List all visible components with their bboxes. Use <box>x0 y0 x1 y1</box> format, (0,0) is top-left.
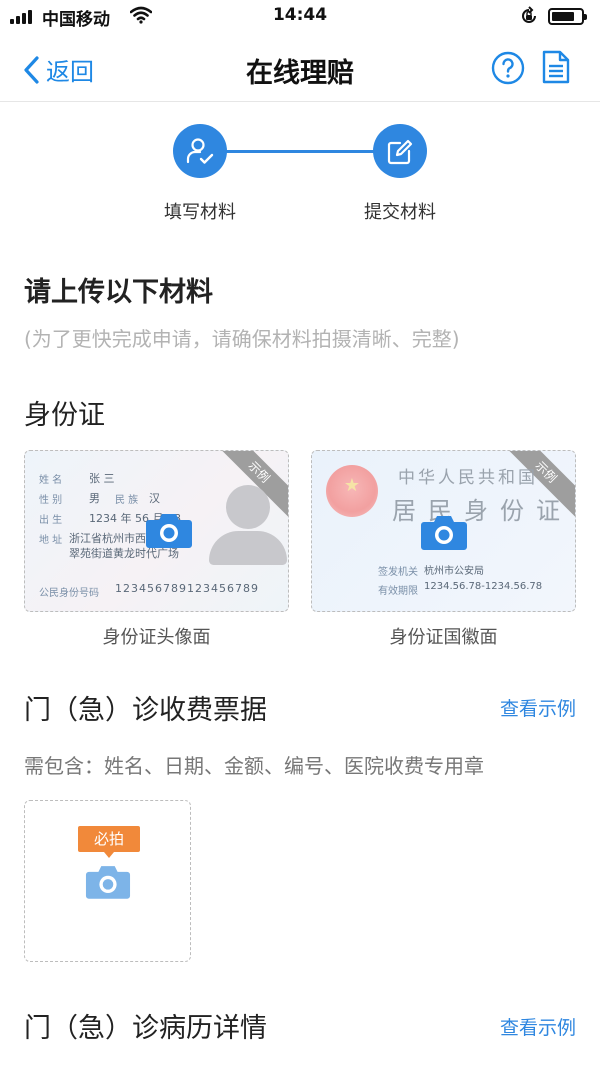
ethnic-value: 汉 <box>149 492 160 505</box>
progress-steps: 填写材料 提交材料 <box>0 102 600 232</box>
authority-value: 杭州市公安局 <box>424 566 484 577</box>
card-type: 居民身份证 <box>392 497 572 525</box>
gender-field: 性 别 <box>39 495 63 506</box>
step-label-submit: 提交材料 <box>364 202 436 223</box>
name-value: 张 三 <box>89 472 115 485</box>
id-back-upload[interactable]: 示例 中华人民共和国 居民身份证 签发机关 杭州市公安局 有效期限 1234.5… <box>311 450 576 612</box>
name-field: 姓 名 <box>39 475 63 486</box>
camera-icon <box>85 866 131 899</box>
step-submit-materials <box>373 124 427 178</box>
address-field: 地 址 <box>39 535 63 546</box>
validity-field: 有效期限 <box>378 586 418 597</box>
receipt-upload[interactable]: 必拍 <box>24 800 191 962</box>
document-button[interactable] <box>541 49 571 89</box>
id-front-upload[interactable]: 示例 姓 名 张 三 性 别 男 民 族 汉 出 生 1234 年 56 月 7… <box>24 450 289 612</box>
avatar-body <box>209 531 287 565</box>
camera-icon <box>146 514 192 548</box>
id-back-caption: 身份证国徽面 <box>389 627 498 648</box>
receipt-section-title: 门（急）诊收费票据 <box>24 695 267 726</box>
record-example-link[interactable]: 查看示例 <box>500 1013 576 1040</box>
id-front-caption: 身份证头像面 <box>102 627 211 648</box>
help-icon <box>491 51 525 85</box>
ethnic-field: 民 族 <box>115 495 139 506</box>
upload-subtitle: (为了更快完成申请，请确保材料拍摄清晰、完整) <box>24 327 460 351</box>
birth-field: 出 生 <box>39 515 63 526</box>
step-connector <box>222 150 378 153</box>
id-number-field: 公民身份号码 <box>39 588 99 599</box>
step-fill-materials <box>173 124 227 178</box>
user-check-icon <box>186 138 214 164</box>
edit-icon <box>387 139 413 165</box>
record-section-title: 门（急）诊病历详情 <box>24 1013 267 1044</box>
required-badge: 必拍 <box>78 826 140 858</box>
document-icon <box>542 50 570 84</box>
receipt-requirement: 需包含：姓名、日期、金额、编号、医院收费专用章 <box>24 754 484 778</box>
id-section-title: 身份证 <box>24 400 105 431</box>
clock: 14:44 <box>272 5 328 25</box>
authority-field: 签发机关 <box>378 567 418 578</box>
battery-icon <box>548 8 587 25</box>
avatar-placeholder <box>226 485 270 529</box>
card-country: 中华人民共和国 <box>398 468 538 488</box>
gender-value: 男 <box>89 492 100 505</box>
upload-title: 请上传以下材料 <box>24 277 213 308</box>
rotation-lock-icon <box>519 6 539 31</box>
status-bar: 中国移动 14:44 <box>0 0 600 34</box>
receipt-example-link[interactable]: 查看示例 <box>500 694 576 721</box>
step-label-fill: 填写材料 <box>164 202 236 223</box>
id-number-value: 123456789123456789 <box>115 582 259 595</box>
validity-value: 1234.56.78-1234.56.78 <box>424 581 543 592</box>
national-emblem-icon <box>326 465 378 517</box>
nav-bar: 返回 在线理赔 <box>0 34 600 102</box>
camera-icon <box>421 516 467 550</box>
help-button[interactable] <box>491 51 525 89</box>
